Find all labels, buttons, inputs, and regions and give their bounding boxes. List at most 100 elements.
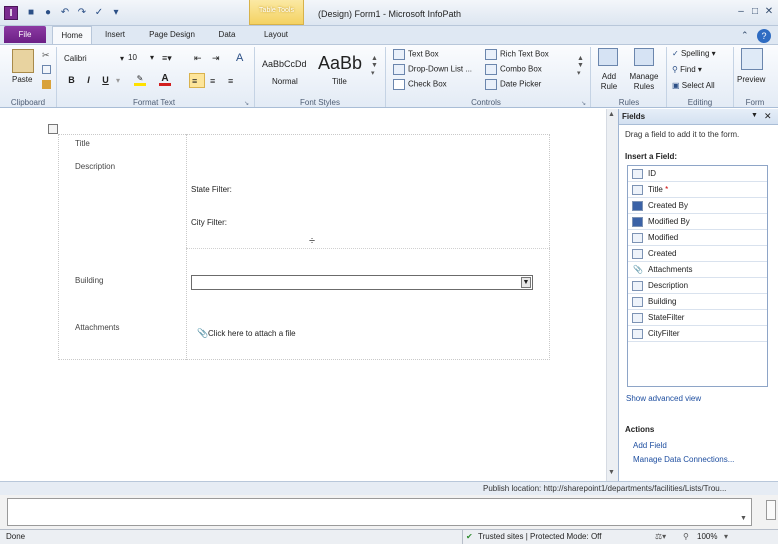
add-rule-icon[interactable] [598,48,618,66]
highlight-icon[interactable]: ✎ [134,74,146,86]
publish-icon[interactable]: ● [42,7,54,19]
table-select-handle[interactable] [48,124,58,134]
underline-dropdown-icon[interactable]: ▾ [116,76,120,85]
description-field-label: Description [75,162,116,171]
field-item-title[interactable]: Title * [628,182,767,198]
zoom-level[interactable]: 100% [697,532,717,541]
align-center-icon[interactable]: ≡ [210,76,215,86]
preview-button[interactable]: Preview [737,75,765,84]
security-zone[interactable]: Trusted sites | Protected Mode: Off [478,532,601,541]
decrease-indent-icon[interactable]: ⇤ [194,53,202,64]
manage-data-connections-link[interactable]: Manage Data Connections... [633,455,734,464]
text-styles-icon[interactable]: A [236,52,243,64]
spelling-icon: ✓ [672,49,681,58]
undo-icon[interactable]: ↶ [59,7,71,19]
underline-button[interactable]: U [99,74,112,87]
save-icon[interactable]: ■ [25,7,37,19]
scroll-down-icon[interactable]: ▼ [608,469,615,476]
paste-button[interactable]: Paste [12,75,32,84]
font-name-select[interactable]: Calibri ▾ [63,52,125,65]
tab-home[interactable]: Home [52,26,92,44]
find-button[interactable]: ⚲ Find ▾ [672,65,702,74]
style-title-sample[interactable]: AaBb [318,53,362,74]
pane-close-icon[interactable]: ✕ [764,111,772,122]
bold-button[interactable]: B [65,74,78,87]
font-color-icon[interactable]: A [159,73,171,86]
font-size-select[interactable]: 10 ▾ [128,52,154,65]
manage-rules-button[interactable]: Manage Rules [626,72,662,92]
rich-text-box-control[interactable]: Rich Text Box [485,49,549,60]
find-icon: ⚲ [672,65,681,74]
field-item-modified[interactable]: Modified [628,230,767,246]
field-item-created-by[interactable]: Created By [628,198,767,214]
field-item-statefilter[interactable]: StateFilter [628,310,767,326]
increase-indent-icon[interactable]: ⇥ [212,53,220,64]
format-text-launcher-icon[interactable]: ↘ [244,100,249,107]
field-list[interactable]: ID Title * Created By Modified By Modifi… [627,165,768,387]
copy-icon[interactable] [42,65,51,74]
italic-button[interactable]: I [82,74,95,87]
help-icon[interactable]: ? [757,29,771,43]
redo-icon[interactable]: ↷ [76,7,88,19]
field-item-modified-by[interactable]: Modified By [628,214,767,230]
add-rule-button[interactable]: Add Rule [598,72,620,92]
text-field-icon [632,329,643,339]
scroll-up-icon[interactable]: ▲ [608,111,615,118]
minimize-icon[interactable]: – [735,6,747,18]
maximize-icon[interactable]: □ [749,6,761,18]
align-right-icon[interactable]: ≡ [228,76,233,86]
infopath-app-icon[interactable]: I [4,6,18,20]
drop-down-list-control[interactable]: Drop-Down List ... [393,64,472,75]
text-box-label: Text Box [408,49,439,59]
format-painter-icon[interactable] [42,80,51,89]
combo-box-control[interactable]: Combo Box [485,64,542,75]
attach-file-link[interactable]: Click here to attach a file [208,329,296,338]
scroll-down-icon[interactable]: ▼ [740,515,747,522]
tab-insert[interactable]: Insert [96,26,134,44]
field-item-cityfilter[interactable]: CityFilter [628,326,767,342]
customize-qat-icon[interactable]: ▾ [110,7,122,19]
zoom-dropdown-icon[interactable]: ▾ [724,532,728,541]
bottom-text-input[interactable] [7,498,752,526]
field-item-attachments[interactable]: 📎 Attachments [628,262,767,278]
select-all-button[interactable]: ▣ Select All [672,81,715,90]
text-field-icon [632,313,643,323]
tab-layout[interactable]: Layout [252,26,300,44]
paste-icon[interactable] [12,49,34,73]
side-scrollbar[interactable] [766,500,776,520]
cut-icon[interactable]: ✂ [42,50,50,61]
building-drop-down[interactable]: ▼ [191,275,533,290]
styles-scroll-icon[interactable]: ▲ ▼ ▾ [371,55,378,77]
style-normal-sample[interactable]: AaBbCcDd [262,59,307,69]
spelling-button[interactable]: ✓ Spelling ▾ [672,49,716,58]
form-layout-table[interactable] [58,134,550,360]
chevron-down-icon[interactable]: ▼ [521,277,531,288]
tab-file[interactable]: File [4,26,46,43]
manage-rules-icon[interactable] [634,48,654,66]
controls-launcher-icon[interactable]: ↘ [581,100,586,107]
document-vertical-scrollbar[interactable]: ▲ ▼ [606,109,618,481]
date-picker-control[interactable]: Date Picker [485,79,541,90]
pane-options-icon[interactable]: ▼ [751,112,758,119]
field-item-created[interactable]: Created [628,246,767,262]
show-advanced-view-link[interactable]: Show advanced view [626,394,701,403]
field-item-building[interactable]: Building [628,294,767,310]
check-box-control[interactable]: Check Box [393,79,447,90]
add-field-link[interactable]: Add Field [633,441,667,450]
ribbon-minimize-icon[interactable]: ⌃ [741,30,753,42]
controls-scroll-icon[interactable]: ▲ ▼ ▾ [577,55,584,77]
table-column-divider [186,134,187,360]
tab-page-design[interactable]: Page Design [140,26,204,44]
protected-mode-icon[interactable]: ⚖▾ [655,532,666,541]
select-all-icon: ▣ [672,81,682,90]
form-group-label: Form [745,98,765,107]
check-icon[interactable]: ✓ [93,7,105,19]
preview-icon[interactable] [741,48,763,70]
bullets-icon[interactable]: ≡▾ [162,53,172,64]
person-field-icon [632,201,643,211]
close-icon[interactable]: ✕ [763,6,775,18]
tab-data[interactable]: Data [210,26,244,44]
field-item-id[interactable]: ID [628,166,767,182]
text-box-control[interactable]: Text Box [393,49,439,60]
field-item-description[interactable]: Description [628,278,767,294]
